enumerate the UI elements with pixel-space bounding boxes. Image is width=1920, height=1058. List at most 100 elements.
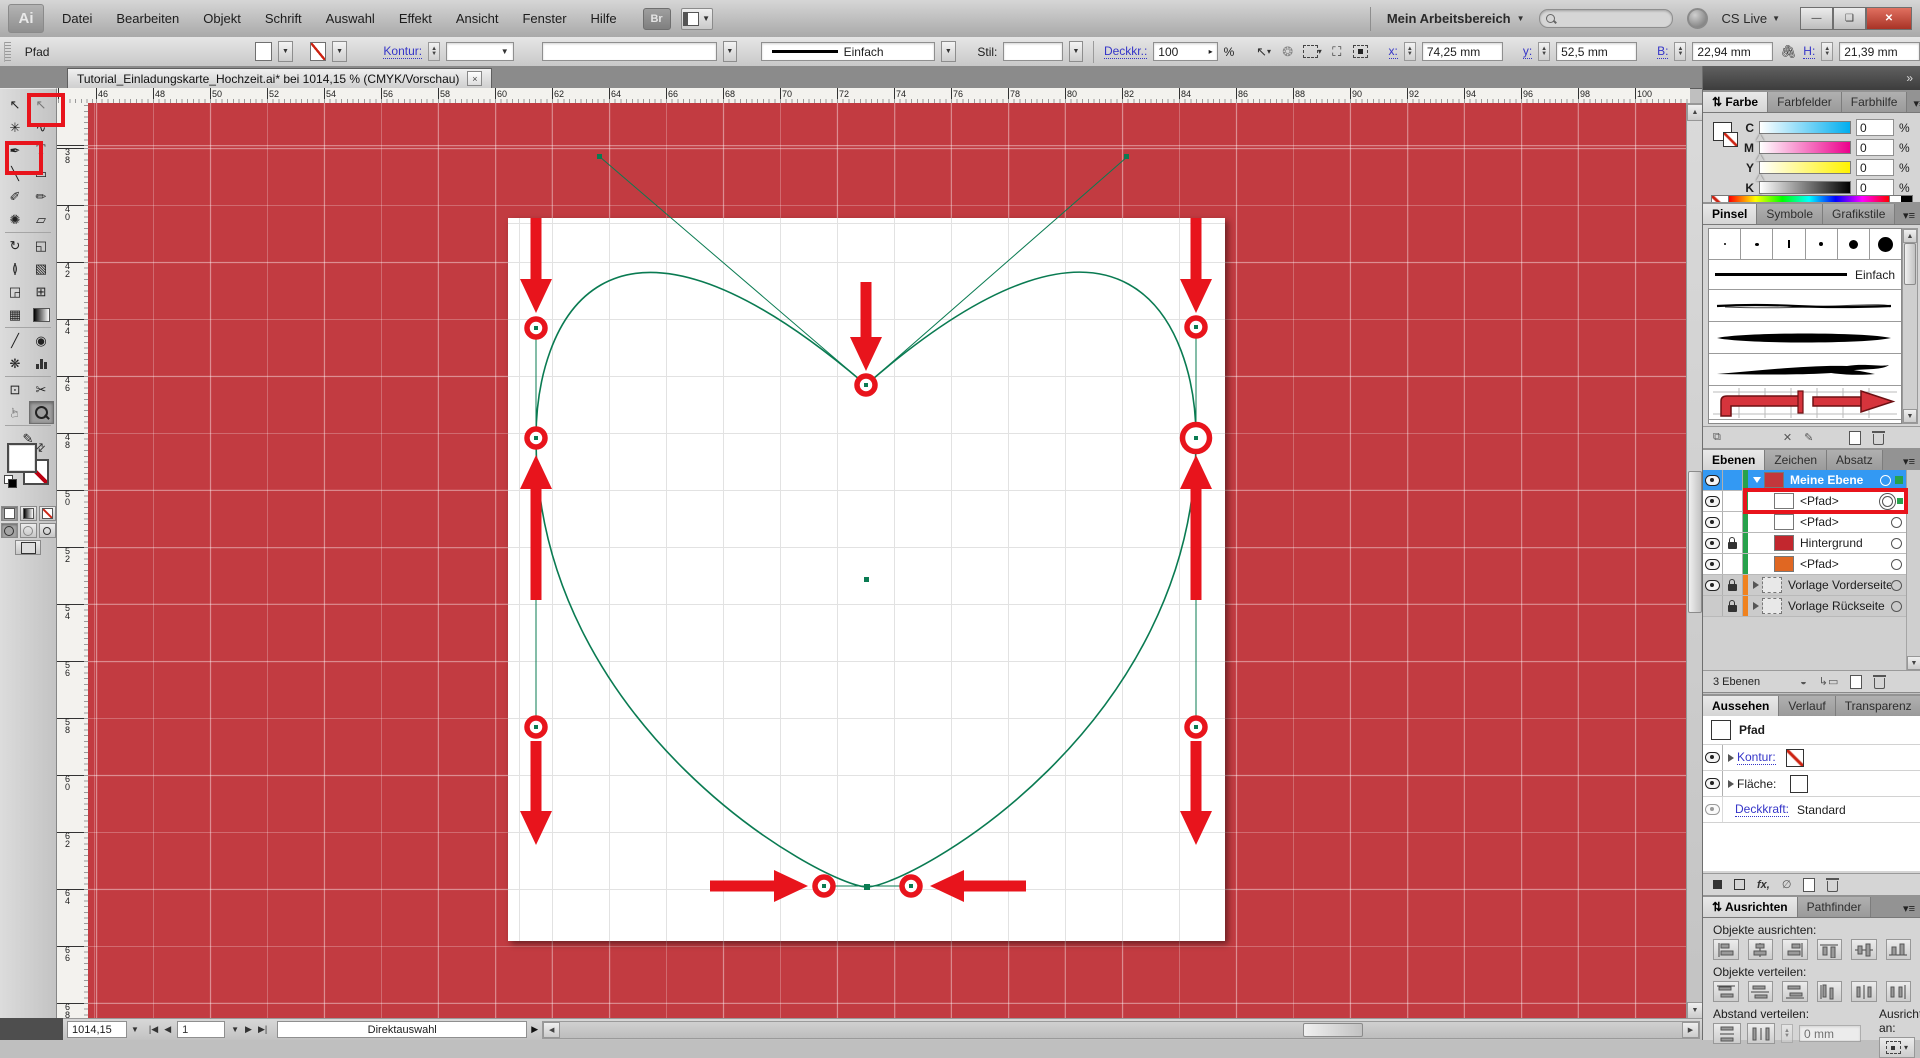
scroll-left-icon[interactable]: ◀ (543, 1022, 560, 1038)
align-top-button[interactable] (1817, 939, 1843, 960)
tab-absatz[interactable]: Absatz (1827, 450, 1883, 470)
lock-toggle[interactable] (1723, 533, 1743, 553)
add-effect-icon[interactable]: fx, (1757, 879, 1770, 891)
new-stroke-icon[interactable] (1713, 880, 1722, 889)
scroll-up-icon[interactable]: ▲ (1903, 229, 1917, 243)
y-field[interactable]: 52,5 mm (1556, 42, 1637, 61)
tab-close-icon[interactable]: × (467, 71, 482, 86)
pen-tool[interactable]: ✒ (4, 140, 27, 161)
menu-schrift[interactable]: Schrift (253, 0, 314, 37)
eyedropper-tool[interactable]: ╱ (4, 330, 27, 351)
brush-libraries-icon[interactable]: ⧉ (1713, 431, 1721, 444)
recolor-artwork-icon[interactable]: ❂ (1279, 42, 1297, 62)
align-center-vertical-button[interactable] (1851, 939, 1877, 960)
draw-behind-button[interactable] (20, 523, 37, 538)
delete-brush-icon[interactable] (1873, 434, 1884, 445)
brush-item[interactable] (1838, 229, 1870, 259)
color-mode-button[interactable] (1, 506, 18, 521)
new-sublayer-icon[interactable]: ↳▭ (1819, 675, 1839, 688)
artboard-dropdown-icon[interactable]: ▼ (231, 1025, 239, 1034)
remove-brush-stroke-icon[interactable]: ✕ (1783, 431, 1792, 444)
anchor-points[interactable] (533, 154, 1199, 890)
arrow-brush-row[interactable] (1709, 386, 1901, 420)
brush-item[interactable] (1741, 229, 1773, 259)
stroke-link[interactable]: Kontur: (1737, 750, 1776, 765)
cs-live-menu[interactable]: CS Live ▼ (1722, 11, 1780, 26)
perspective-grid-tool[interactable]: ⊞ (30, 281, 53, 302)
scroll-up-icon[interactable]: ▲ (1687, 104, 1703, 121)
height-field[interactable]: 21,39 mm (1839, 42, 1920, 61)
magenta-value-field[interactable]: 0 (1856, 139, 1894, 156)
blob-brush-tool[interactable]: ✺ (4, 209, 27, 230)
lasso-tool[interactable]: ∿ (30, 117, 53, 138)
vertical-distribute-space-button[interactable] (1713, 1023, 1741, 1044)
align-to-selection-button[interactable]: ▾ (1879, 1037, 1915, 1058)
slice-tool[interactable]: ✂ (30, 379, 53, 400)
canvas[interactable] (88, 103, 1686, 1018)
default-fill-stroke-icon[interactable] (4, 475, 16, 487)
width-label[interactable]: B: (1657, 44, 1668, 59)
tab-verlauf[interactable]: Verlauf (1779, 696, 1835, 716)
x-stepper[interactable]: ▲▼ (1404, 42, 1416, 61)
appearance-fill-row[interactable]: Fläche: (1703, 771, 1920, 797)
layer-thumbnail[interactable] (1774, 556, 1794, 572)
rotate-tool[interactable]: ↻ (4, 235, 27, 256)
rectangle-tool[interactable]: ▭ (30, 163, 53, 184)
status-tool-field[interactable]: Direktauswahl (277, 1021, 527, 1038)
tab-farbfelder[interactable]: Farbfelder (1768, 92, 1842, 112)
workspace-switcher[interactable]: Mein Arbeitsbereich ▼ (1370, 7, 1525, 31)
layer-name[interactable]: Vorlage Vorderseite (1788, 578, 1891, 592)
y-stepper[interactable]: ▲▼ (1538, 42, 1550, 61)
opacity-link[interactable]: Deckkr.: (1104, 44, 1147, 59)
appearance-opacity-row[interactable]: Deckkraft: Standard (1703, 797, 1920, 823)
opacity-field[interactable]: 100 ▸ (1153, 42, 1217, 61)
layer-row-pfad-3[interactable]: <Pfad> (1703, 554, 1906, 575)
fill-dropdown-button[interactable]: ▼ (278, 41, 292, 62)
yellow-value-field[interactable]: 0 (1856, 159, 1894, 176)
panel-menu-icon[interactable]: ▾≡ (1907, 95, 1920, 112)
brush-item[interactable] (1773, 229, 1805, 259)
target-icon[interactable] (1891, 580, 1902, 591)
visibility-toggle[interactable] (1703, 797, 1723, 822)
layer-row-hintergrund[interactable]: Hintergrund (1703, 533, 1906, 554)
new-brush-icon[interactable] (1849, 431, 1861, 445)
height-stepper[interactable]: ▲▼ (1821, 42, 1833, 61)
width-profile-dropdown[interactable]: ▼ (723, 41, 737, 62)
menu-fenster[interactable]: Fenster (510, 0, 578, 37)
tab-farbe[interactable]: ⇅ Farbe (1703, 92, 1768, 112)
align-anchor-icon[interactable] (1352, 42, 1370, 62)
menu-bearbeiten[interactable]: Bearbeiten (104, 0, 191, 37)
fill-color-swatch[interactable] (255, 42, 272, 61)
panel-grip[interactable] (4, 42, 11, 62)
blend-tool[interactable]: ◉ (30, 330, 53, 351)
width-tool[interactable]: ≬ (4, 258, 27, 279)
expand-icon[interactable] (1753, 602, 1759, 610)
last-artboard-icon[interactable]: ▶| (258, 1024, 267, 1035)
layer-name[interactable]: <Pfad> (1800, 557, 1839, 571)
tab-pinsel[interactable]: Pinsel (1703, 204, 1757, 224)
brush-scroll-thumb[interactable] (1904, 243, 1916, 285)
distribute-center-horizontal-button[interactable] (1851, 981, 1877, 1002)
target-icon[interactable] (1882, 496, 1893, 507)
constrain-proportions-icon[interactable]: 🖇 (1779, 42, 1797, 62)
layer-name[interactable]: <Pfad> (1800, 494, 1839, 508)
tab-pathfinder[interactable]: Pathfinder (1798, 897, 1872, 917)
horizontal-distribute-space-button[interactable] (1747, 1023, 1775, 1044)
visibility-toggle[interactable] (1703, 745, 1723, 770)
layer-row-vorlage-vorderseite[interactable]: Vorlage Vorderseite (1703, 575, 1906, 596)
zoom-dropdown-icon[interactable]: ▼ (131, 1025, 139, 1034)
menu-auswahl[interactable]: Auswahl (314, 0, 387, 37)
search-input[interactable] (1559, 12, 1653, 26)
scroll-down-icon[interactable]: ▼ (1903, 409, 1917, 423)
tab-aussehen[interactable]: Aussehen (1703, 696, 1779, 716)
tab-zeichen[interactable]: Zeichen (1765, 450, 1827, 470)
align-center-horizontal-button[interactable] (1748, 939, 1774, 960)
menu-objekt[interactable]: Objekt (191, 0, 253, 37)
target-icon[interactable] (1891, 559, 1902, 570)
lock-toggle[interactable] (1723, 491, 1743, 511)
distribute-center-vertical-button[interactable] (1748, 981, 1774, 1002)
scroll-down-icon[interactable]: ▼ (1907, 656, 1920, 670)
lock-toggle[interactable] (1723, 575, 1743, 595)
symbol-sprayer-tool[interactable]: ❋ (4, 353, 27, 374)
horizontal-scrollbar[interactable]: ◀ ▶ (542, 1021, 1700, 1039)
